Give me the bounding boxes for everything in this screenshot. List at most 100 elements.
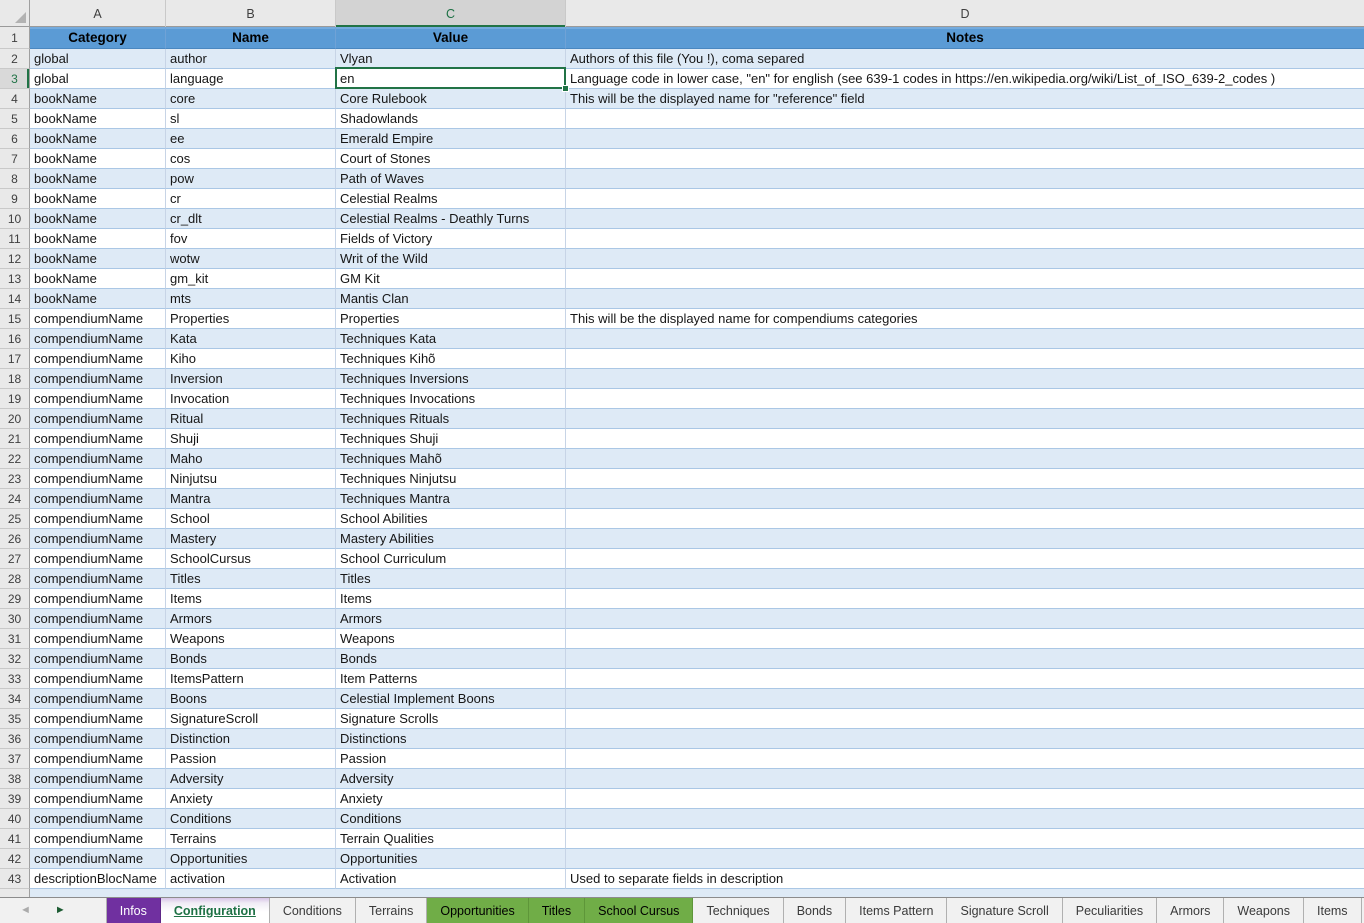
row-number[interactable]: 36: [0, 729, 30, 749]
cell-category[interactable]: compendiumName: [30, 389, 166, 409]
cell-name[interactable]: Mantra: [166, 489, 336, 509]
row-number[interactable]: 39: [0, 789, 30, 809]
cell-notes[interactable]: [566, 109, 1364, 129]
cell-notes[interactable]: [566, 449, 1364, 469]
cell-notes[interactable]: [566, 569, 1364, 589]
cell-value[interactable]: Techniques Mantra: [336, 489, 566, 509]
cell-category[interactable]: compendiumName: [30, 769, 166, 789]
cell-name[interactable]: Armors: [166, 609, 336, 629]
cell-value[interactable]: Court of Stones: [336, 149, 566, 169]
cell-name[interactable]: cr: [166, 189, 336, 209]
cell-value[interactable]: Techniques Mahõ: [336, 449, 566, 469]
sheet-tab-infos[interactable]: Infos: [106, 898, 161, 923]
sheet-tab-armors[interactable]: Armors: [1157, 898, 1224, 923]
row-number[interactable]: 3: [0, 69, 30, 89]
row-number[interactable]: 43: [0, 869, 30, 889]
cell-category[interactable]: bookName: [30, 209, 166, 229]
row-number[interactable]: 14: [0, 289, 30, 309]
cell-name[interactable]: author: [166, 49, 336, 69]
cell-category[interactable]: compendiumName: [30, 749, 166, 769]
cell-notes[interactable]: [566, 389, 1364, 409]
header-cell-category[interactable]: Category: [30, 27, 166, 49]
cell-notes[interactable]: [566, 809, 1364, 829]
cell-name[interactable]: core: [166, 89, 336, 109]
cell-name[interactable]: Weapons: [166, 629, 336, 649]
cell-value[interactable]: Techniques Invocations: [336, 389, 566, 409]
tab-scroll-left-icon[interactable]: ◄: [20, 905, 31, 916]
cell-category[interactable]: compendiumName: [30, 569, 166, 589]
cell-category[interactable]: compendiumName: [30, 529, 166, 549]
cell-category[interactable]: compendiumName: [30, 409, 166, 429]
row-number[interactable]: 31: [0, 629, 30, 649]
cell-category[interactable]: compendiumName: [30, 429, 166, 449]
row-number[interactable]: 40: [0, 809, 30, 829]
row-number[interactable]: 2: [0, 49, 30, 69]
cell-category[interactable]: bookName: [30, 129, 166, 149]
header-cell-value[interactable]: Value: [336, 27, 566, 49]
cell-name[interactable]: pow: [166, 169, 336, 189]
cell-category[interactable]: bookName: [30, 89, 166, 109]
cell-category[interactable]: compendiumName: [30, 449, 166, 469]
sheet-tab-opportunities[interactable]: Opportunities: [427, 898, 528, 923]
cell-name[interactable]: Kiho: [166, 349, 336, 369]
cell-value[interactable]: Properties: [336, 309, 566, 329]
cell-name[interactable]: SignatureScroll: [166, 709, 336, 729]
row-number[interactable]: 7: [0, 149, 30, 169]
cell-notes[interactable]: [566, 249, 1364, 269]
sheet-tab-conditions[interactable]: Conditions: [270, 898, 356, 923]
row-number[interactable]: 37: [0, 749, 30, 769]
row-number[interactable]: 6: [0, 129, 30, 149]
row-number[interactable]: 8: [0, 169, 30, 189]
cell-category[interactable]: bookName: [30, 269, 166, 289]
header-cell-name[interactable]: Name: [166, 27, 336, 49]
cell-category[interactable]: compendiumName: [30, 689, 166, 709]
column-header-c-selected[interactable]: C: [336, 0, 566, 27]
cell-value[interactable]: Fields of Victory: [336, 229, 566, 249]
cell-name[interactable]: language: [166, 69, 336, 89]
cell-value[interactable]: Conditions: [336, 809, 566, 829]
cell-value[interactable]: Armors: [336, 609, 566, 629]
row-number[interactable]: 5: [0, 109, 30, 129]
cell-name[interactable]: Inversion: [166, 369, 336, 389]
cell-category[interactable]: global: [30, 49, 166, 69]
cell-name[interactable]: mts: [166, 289, 336, 309]
cell-notes[interactable]: [566, 689, 1364, 709]
row-number[interactable]: 32: [0, 649, 30, 669]
column-header-d[interactable]: D: [566, 0, 1364, 27]
cell-category[interactable]: bookName: [30, 169, 166, 189]
row-number[interactable]: 18: [0, 369, 30, 389]
cell-name[interactable]: Distinction: [166, 729, 336, 749]
cell-value[interactable]: Writ of the Wild: [336, 249, 566, 269]
cell-notes[interactable]: [566, 229, 1364, 249]
sheet-tab-bonds[interactable]: Bonds: [784, 898, 846, 923]
cell-category[interactable]: compendiumName: [30, 829, 166, 849]
cell-notes[interactable]: [566, 669, 1364, 689]
cell-notes[interactable]: [566, 629, 1364, 649]
cell-value[interactable]: Techniques Kihõ: [336, 349, 566, 369]
cell-name[interactable]: Titles: [166, 569, 336, 589]
row-number[interactable]: 25: [0, 509, 30, 529]
cell-value[interactable]: Techniques Ninjutsu: [336, 469, 566, 489]
cell-notes[interactable]: [566, 189, 1364, 209]
cell-value[interactable]: School Abilities: [336, 509, 566, 529]
cell-value[interactable]: Weapons: [336, 629, 566, 649]
cell-category[interactable]: compendiumName: [30, 669, 166, 689]
cell-value[interactable]: Emerald Empire: [336, 129, 566, 149]
sheet-tab-items[interactable]: Items: [1304, 898, 1362, 923]
cell-notes[interactable]: Authors of this file (You !), coma separ…: [566, 49, 1364, 69]
row-number[interactable]: 19: [0, 389, 30, 409]
cell-value[interactable]: Shadowlands: [336, 109, 566, 129]
cell-category[interactable]: compendiumName: [30, 809, 166, 829]
sheet-tab-configuration[interactable]: Configuration: [161, 898, 270, 923]
cell-name[interactable]: Boons: [166, 689, 336, 709]
cell-value[interactable]: Anxiety: [336, 789, 566, 809]
cell-value[interactable]: School Curriculum: [336, 549, 566, 569]
cell-value[interactable]: Vlyan: [336, 49, 566, 69]
row-number[interactable]: 24: [0, 489, 30, 509]
cell-notes[interactable]: [566, 849, 1364, 869]
cell-category[interactable]: compendiumName: [30, 729, 166, 749]
cell-value[interactable]: Mantis Clan: [336, 289, 566, 309]
cell-category[interactable]: bookName: [30, 109, 166, 129]
cell-category[interactable]: bookName: [30, 249, 166, 269]
cell-notes[interactable]: [566, 169, 1364, 189]
